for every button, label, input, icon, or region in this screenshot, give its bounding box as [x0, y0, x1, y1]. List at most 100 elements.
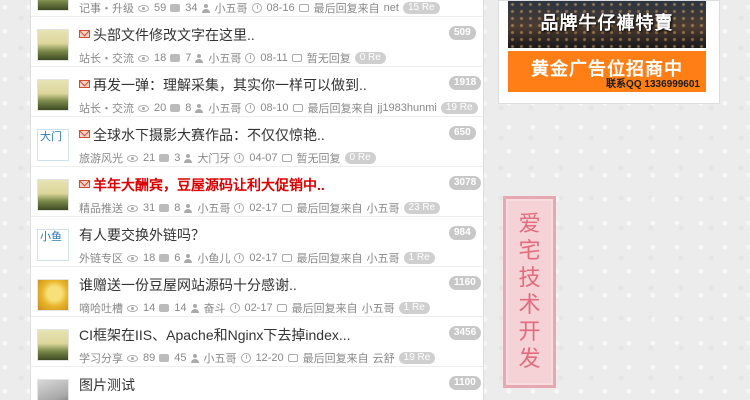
clock-icon	[234, 253, 245, 263]
topic-meta: 嘀哈吐槽 14 14 奋斗 02-17 最后回复来自 小五哥 1 Re	[79, 300, 430, 316]
topic-author[interactable]: 小鱼儿	[197, 250, 230, 266]
topic-author[interactable]: 奋斗	[204, 300, 226, 316]
clock-icon	[240, 353, 251, 363]
topic-category[interactable]: 站长・交流	[79, 100, 134, 116]
reply-icon	[298, 4, 309, 12]
topic-row[interactable]: 头部文件修改文字在这里.. 站长・交流 18 7 小五哥 08-11 暂无回复 0 Re 509	[31, 19, 483, 67]
last-reply-user[interactable]: jj1983hunmi	[378, 102, 437, 114]
topic-title[interactable]: 头部文件修改文字在这里..	[79, 25, 255, 45]
last-reply-label: 最后回复来自	[291, 303, 358, 315]
topic-date: 02-17	[249, 252, 278, 264]
comment-icon	[159, 204, 170, 212]
eye-icon	[138, 4, 149, 12]
reply-count: 8	[185, 102, 192, 114]
topic-category[interactable]: 嘀哈吐槽	[79, 300, 123, 316]
reply-icon	[281, 154, 292, 162]
hit-count-badge: 509	[449, 26, 476, 40]
topic-title[interactable]: 图片测试	[79, 375, 135, 395]
avatar[interactable]: 大门	[37, 129, 69, 161]
topic-date: 02-17	[244, 302, 273, 314]
topic-author[interactable]: 小五哥	[204, 350, 237, 366]
comment-icon	[159, 254, 170, 262]
topic-title-text: 全球水下摄影大赛作品：不仅仅惊艳..	[93, 127, 325, 143]
avatar[interactable]	[37, 0, 69, 11]
topic-row[interactable]: 大门 全球水下摄影大赛作品：不仅仅惊艳.. 旅游风光 21 3 大门牙 04-07 暂无回复 0…	[31, 119, 483, 167]
jeans-ad-banner[interactable]: 品牌牛仔褲特賣	[508, 1, 706, 48]
topic-title[interactable]: 全球水下摄影大赛作品：不仅仅惊艳..	[79, 125, 325, 145]
last-reply-label: 最后回复来自	[307, 103, 374, 115]
user-icon	[184, 153, 193, 163]
reply-total-badge: 0 Re	[354, 52, 386, 64]
clock-icon	[245, 103, 256, 113]
user-icon	[190, 303, 199, 313]
topic-category[interactable]: 站长・交流	[79, 50, 134, 66]
topic-author[interactable]: 小五哥	[208, 50, 241, 66]
reply-count: 8	[174, 202, 181, 214]
reply-count: 14	[174, 302, 187, 314]
topic-row[interactable]: CI框架在IIS、Apache和Nginx下去掉index... 学习分享 89 45…	[31, 319, 483, 367]
topic-author[interactable]: 小五哥	[215, 0, 248, 16]
last-reply-user[interactable]: 小五哥	[367, 200, 400, 216]
seal-text: 爱宅技术开发	[518, 212, 541, 372]
topic-category[interactable]: 精品推送	[79, 200, 123, 216]
reply-icon	[281, 204, 292, 212]
topic-title[interactable]: 谁赠送一份豆屋网站源码十分感谢..	[79, 275, 297, 295]
topic-date: 02-17	[249, 202, 278, 214]
topic-author[interactable]: 大门牙	[197, 150, 230, 166]
topic-category[interactable]: 学习分享	[79, 350, 123, 366]
topic-title[interactable]: CI框架在IIS、Apache和Nginx下去掉index...	[79, 325, 351, 345]
last-reply-user[interactable]: 云舒	[373, 350, 395, 366]
comment-icon	[170, 104, 181, 112]
topic-author[interactable]: 小五哥	[197, 200, 230, 216]
reply-total-badge: 1 Re	[398, 302, 430, 314]
eye-icon	[127, 204, 138, 212]
avatar[interactable]	[37, 279, 69, 311]
last-reply-user[interactable]: 小五哥	[367, 250, 400, 266]
reply-icon	[292, 104, 303, 112]
last-reply-user[interactable]: 小五哥	[362, 300, 395, 316]
topic-title[interactable]: 羊年大酬宾，豆屋源码让利大促销中..	[79, 175, 325, 195]
topic-row[interactable]: 羊年大酬宾，豆屋源码让利大促销中.. 精品推送 31 8 小五哥 02-17 最后回复来自小…	[31, 169, 483, 217]
last-reply-label: 暂无回复	[296, 153, 341, 165]
avatar[interactable]	[37, 79, 69, 111]
topic-date: 04-07	[249, 152, 278, 164]
avatar[interactable]	[37, 179, 69, 211]
topic-category[interactable]: 外链专区	[79, 250, 123, 266]
topic-title-text: 图片测试	[79, 377, 135, 393]
hit-count-badge: 3078	[449, 176, 482, 190]
site-seal-banner: 爱宅技术开发	[503, 196, 556, 388]
gold-ad-banner[interactable]: 黄金广告位招商中 联系QQ 1336999601	[508, 51, 706, 92]
view-count: 18	[143, 252, 156, 264]
last-reply-user[interactable]: net	[384, 2, 399, 14]
user-icon	[184, 253, 193, 263]
topic-author[interactable]: 小五哥	[208, 100, 241, 116]
topic-row[interactable]: 谁赠送一份豆屋网站源码十分感谢.. 嘀哈吐槽 14 14 奋斗 02-17 最后回复来自 小五…	[31, 269, 483, 317]
hit-count-badge: 1160	[449, 276, 481, 290]
reply-total-badge: 19 Re	[440, 102, 478, 114]
topic-row[interactable]: 记事・升级 59 34 小五哥 08-16 最后回复来自 net 15 Re	[31, 0, 483, 17]
topic-category[interactable]: 记事・升级	[79, 0, 134, 16]
avatar[interactable]	[37, 329, 69, 361]
comment-icon	[170, 54, 181, 62]
clock-icon	[229, 303, 240, 313]
eye-icon	[127, 354, 138, 362]
avatar[interactable]	[37, 379, 69, 400]
reply-total-badge: 0 Re	[344, 152, 376, 164]
topic-row[interactable]: 图片测试旅游风光161秦丽士丽12-05最后回复来自小五哥1 Re1100	[31, 369, 483, 400]
view-count: 14	[143, 302, 156, 314]
jeans-ad-text: 品牌牛仔褲特賣	[540, 13, 674, 33]
topic-title[interactable]: 再发一弹：理解采集，其实你一样可以做到..	[79, 75, 367, 95]
envelope-icon	[79, 180, 90, 188]
topic-meta: 站长・交流 18 7 小五哥 08-11 暂无回复 0 Re	[79, 50, 386, 66]
view-count: 31	[143, 202, 156, 214]
last-reply-label: 最后回复来自	[296, 253, 363, 265]
last-reply-label: 最后回复来自	[302, 353, 369, 365]
avatar[interactable]: 小鱼	[37, 229, 69, 261]
topic-row[interactable]: 再发一弹：理解采集，其实你一样可以做到.. 站长・交流 20 8 小五哥 08-10 最后回…	[31, 69, 483, 117]
topic-date: 08-16	[266, 2, 295, 14]
topic-title[interactable]: 有人要交换外链吗？	[79, 225, 205, 245]
avatar[interactable]	[37, 29, 69, 61]
topic-category[interactable]: 旅游风光	[79, 150, 123, 166]
topic-row[interactable]: 小鱼 有人要交换外链吗？ 外链专区 18 6 小鱼儿 02-17 最后回复来自 小五哥 1 Re 9…	[31, 219, 483, 267]
reply-total-badge: 23 Re	[403, 202, 441, 214]
